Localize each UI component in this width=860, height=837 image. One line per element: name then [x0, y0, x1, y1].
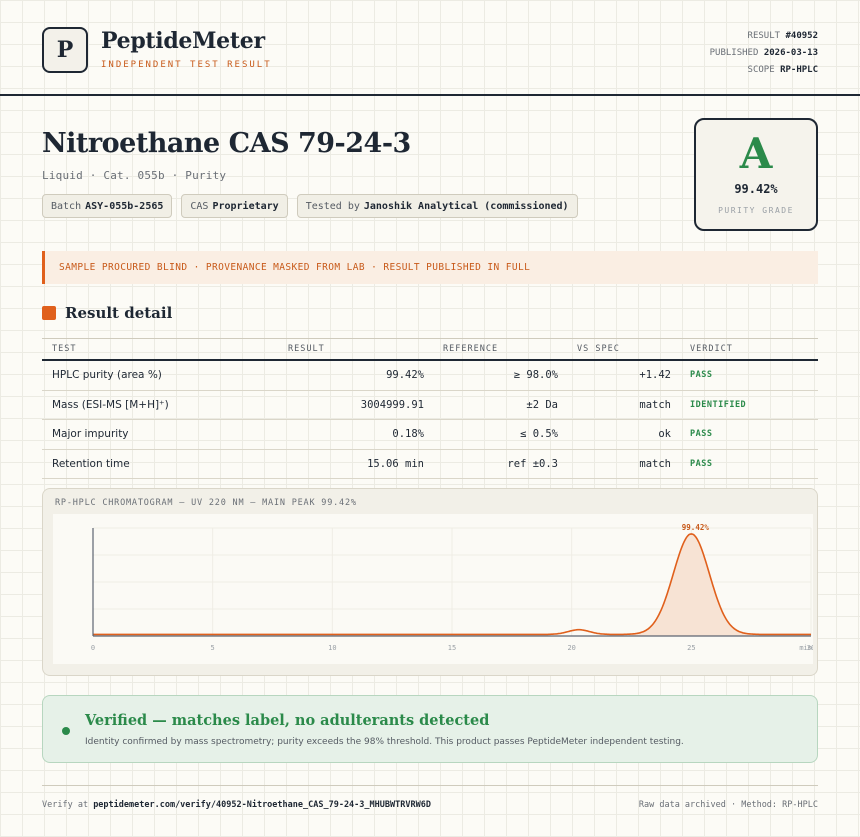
table-row: HPLC purity (area %) 99.42% ≥ 98.0% +1.4… [42, 361, 818, 391]
verified-text: Identity confirmed by mass spectrometry;… [85, 737, 684, 747]
section-title: Result detail [65, 304, 173, 322]
verify-link[interactable]: peptidemeter.com/verify/40952-Nitroethan… [93, 800, 431, 810]
cell-result: 0.18% [392, 428, 424, 441]
brand-subtitle: INDEPENDENT TEST RESULT [101, 60, 272, 70]
purity-grade-card: A 99.42% PURITY GRADE [694, 118, 818, 231]
cell-verdict: IDENTIFIED [690, 399, 747, 410]
report-footer: Verify at peptidemeter.com/verify/40952-… [42, 785, 818, 810]
brand-logo: P [42, 27, 88, 73]
scope-value: RP-HPLC [780, 65, 818, 75]
cell-result: 3004999.91 [360, 398, 424, 411]
col-test: TEST [52, 344, 77, 354]
cas-chip: CAS Proprietary [181, 194, 288, 218]
cell-verdict: PASS [690, 370, 713, 381]
verified-title: Verified — matches label, no adulterants… [85, 712, 490, 729]
cell-test: Retention time [52, 457, 130, 470]
chromatogram-title: RP-HPLC CHROMATOGRAM — UV 220 NM — MAIN … [55, 498, 357, 508]
cell-vs-spec: match [639, 398, 671, 411]
blind-sample-banner: SAMPLE PROCURED BLIND · PROVENANCE MASKE… [42, 251, 818, 284]
verified-dot-icon [62, 727, 70, 735]
x-tick-label: 5 [211, 644, 215, 652]
col-reference: REFERENCE [443, 344, 499, 354]
cell-result: 99.42% [386, 369, 424, 382]
cell-vs-spec: +1.42 [639, 369, 671, 382]
x-tick-label: 10 [328, 644, 336, 652]
cell-test: Major impurity [52, 428, 129, 441]
x-tick-label: 25 [687, 644, 695, 652]
cell-test: Mass (ESI-MS [M+H]⁺) [52, 398, 169, 411]
cell-verdict: PASS [690, 429, 713, 440]
table-row: Retention time 15.06 min ref ±0.3 match … [42, 450, 818, 479]
cell-verdict: PASS [690, 458, 713, 469]
product-title: Nitroethane CAS 79-24-3 [42, 128, 411, 159]
section-marker-icon [42, 306, 56, 320]
cell-vs-spec: match [639, 457, 671, 470]
report-meta: RESULT #40952 PUBLISHED 2026-03-13 SCOPE… [710, 28, 818, 79]
cell-reference: ref ±0.3 [507, 457, 558, 470]
col-result: RESULT [288, 344, 325, 354]
published-date: 2026-03-13 [763, 48, 818, 58]
footer-method: Raw data archived · Method: RP-HPLC [638, 800, 818, 810]
grade-label: PURITY GRADE [718, 206, 794, 215]
col-vs-spec: VS SPEC [577, 344, 620, 354]
product-subtitle: Liquid · Cat. 055b · Purity [42, 169, 227, 182]
x-tick-label: 15 [448, 644, 456, 652]
cell-reference: ≤ 0.5% [520, 428, 558, 441]
result-table: TEST RESULT REFERENCE VS SPEC VERDICT HP… [42, 338, 818, 479]
chromatogram-svg: 051015202530min99.42% [91, 523, 813, 652]
cell-reference: ≥ 98.0% [513, 369, 558, 382]
grade-value: 99.42% [734, 182, 778, 196]
cell-test: HPLC purity (area %) [52, 369, 162, 382]
table-header: TEST RESULT REFERENCE VS SPEC VERDICT [42, 338, 818, 361]
chromatogram-card: RP-HPLC CHROMATOGRAM — UV 220 NM — MAIN … [42, 488, 818, 676]
verify-line: Verify at peptidemeter.com/verify/40952-… [42, 800, 431, 810]
scope-line: SCOPE RP-HPLC [747, 65, 818, 75]
tested-by-chip: Tested by Janoshik Analytical (commission… [296, 194, 578, 218]
result-id: #40952 [785, 31, 818, 41]
x-tick-label: 0 [91, 644, 95, 652]
table-row: Mass (ESI-MS [M+H]⁺) 3004999.91 ±2 Da ma… [42, 391, 818, 420]
batch-chip: Batch ASY-055b-2565 [42, 194, 173, 218]
cell-reference: ±2 Da [526, 398, 558, 411]
brand-name: PeptideMeter [101, 28, 265, 54]
main-peak-area [628, 533, 755, 636]
grade-letter: A [739, 129, 773, 178]
verified-panel: Verified — matches label, no adulterants… [42, 695, 818, 763]
published-line: PUBLISHED 2026-03-13 [709, 48, 818, 58]
product-chips: Batch ASY-055b-2565 CAS Proprietary Tested… [42, 194, 578, 218]
result-detail-heading: Result detail [42, 304, 172, 322]
cell-result: 15.06 min [367, 457, 424, 470]
result-id-line: RESULT #40952 [747, 31, 818, 41]
x-unit-label: min [799, 644, 812, 652]
table-row: Major impurity 0.18% ≤ 0.5% ok PASS [42, 420, 818, 450]
col-verdict: VERDICT [690, 344, 733, 354]
report-header: P PeptideMeter INDEPENDENT TEST RESULT R… [0, 0, 860, 96]
x-tick-label: 20 [567, 644, 575, 652]
main-peak-label: 99.42% [682, 523, 710, 532]
chromatogram-plot: 051015202530min99.42% [53, 514, 813, 664]
cell-vs-spec: ok [658, 428, 671, 441]
